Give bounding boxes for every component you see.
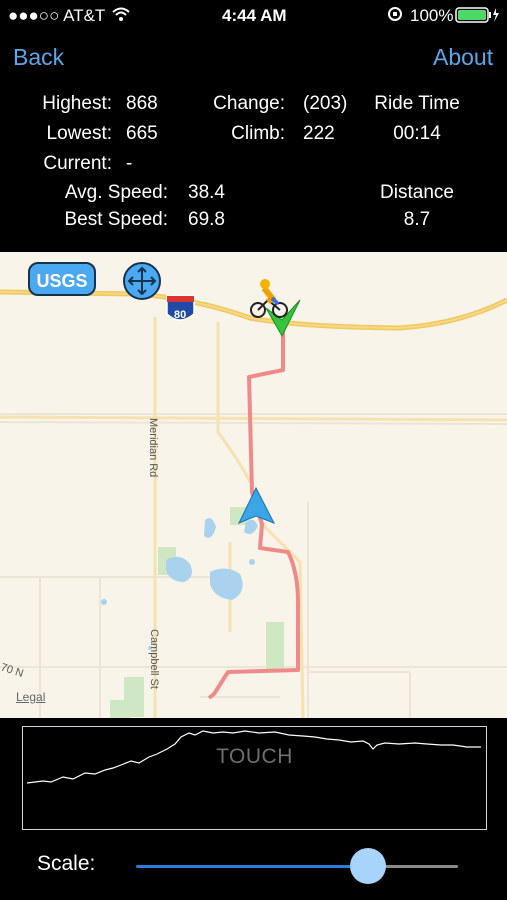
climb-value: 222	[303, 123, 335, 144]
scale-slider-thumb[interactable]	[350, 848, 386, 884]
climb-label: Climb:	[231, 123, 285, 144]
scale-slider[interactable]	[136, 846, 458, 886]
avg-speed-label: Avg. Speed:	[64, 182, 168, 203]
distance-value: 8.7	[403, 209, 431, 230]
clock: 4:44 AM	[222, 6, 287, 25]
change-value: (203)	[303, 93, 348, 114]
change-label: Change:	[213, 93, 285, 114]
battery-icon	[455, 7, 501, 28]
road-label-meridian: Meridian Rd	[147, 418, 159, 477]
usgs-button[interactable]: USGS	[28, 262, 96, 296]
crosshair-arrows-icon[interactable]	[123, 262, 161, 300]
current-location-icon	[237, 486, 276, 524]
battery-percent: 100%	[410, 6, 454, 25]
lowest-label: Lowest:	[46, 123, 112, 144]
wifi-icon	[112, 6, 130, 27]
highest-value: 868	[126, 93, 158, 114]
touch-hint: TOUCH	[216, 745, 293, 768]
orientation-lock-icon	[387, 6, 403, 27]
elevation-profile-line	[26, 730, 481, 784]
carrier-label: ●●●○○ AT&T	[8, 6, 106, 25]
highest-label: Highest:	[42, 93, 112, 114]
lowest-value: 665	[126, 123, 158, 144]
elevation-profile[interactable]: TOUCH	[22, 726, 487, 830]
back-button[interactable]: Back	[13, 44, 64, 71]
current-value: -	[126, 153, 133, 174]
map-canvas: 80 Meridian Rd Campbell St 70 N	[0, 279, 507, 718]
status-bar: ●●●○○ AT&T 4:44 AM 100%	[0, 0, 507, 32]
best-speed-label: Best Speed:	[64, 209, 168, 230]
scale-label: Scale:	[37, 852, 96, 875]
legal-link[interactable]: Legal	[16, 690, 45, 704]
best-speed-value: 69.8	[188, 209, 225, 230]
ride-time-value: 00:14	[393, 123, 441, 144]
interstate-number: 80	[174, 309, 186, 321]
ride-time-label: Ride Time	[374, 93, 460, 114]
scale-slider-fill	[136, 865, 368, 868]
about-button[interactable]: About	[433, 44, 493, 71]
avg-speed-value: 38.4	[188, 182, 225, 203]
road-label-70n: 70 N	[0, 661, 25, 680]
green-check-icon	[265, 299, 301, 338]
distance-label: Distance	[380, 182, 454, 203]
road-label-campbell: Campbell St	[148, 629, 160, 689]
map-view[interactable]: 80 Meridian Rd Campbell St 70 N	[0, 252, 507, 718]
current-label: Current:	[43, 153, 112, 174]
